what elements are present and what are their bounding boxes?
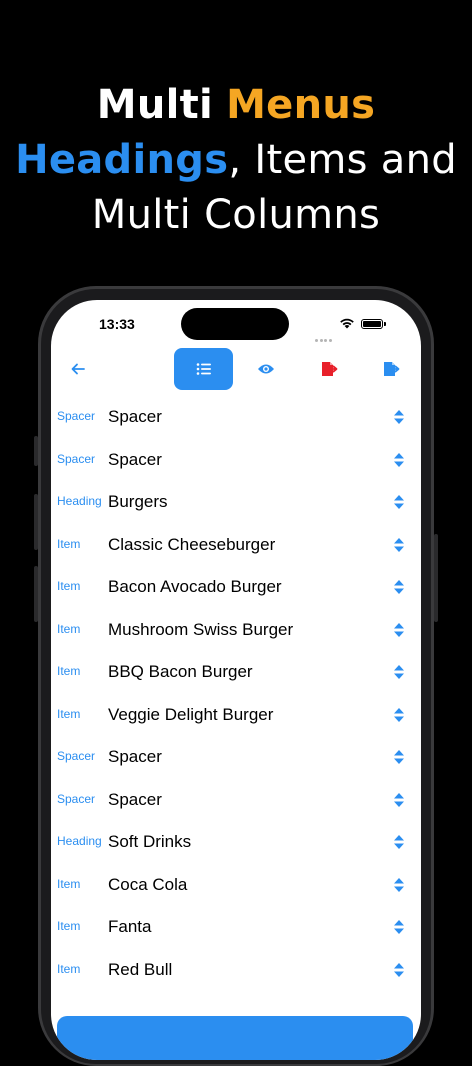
list-item[interactable]: Heading Soft Drinks	[51, 821, 421, 863]
battery-icon	[361, 319, 383, 329]
row-name: Spacer	[108, 747, 162, 766]
row-name: Spacer	[108, 789, 162, 809]
reorder-icon[interactable]	[393, 409, 405, 425]
toolbar	[51, 348, 421, 394]
status-time: 13:33	[99, 316, 135, 332]
preview-button[interactable]	[251, 348, 281, 390]
headline-line-1: Multi Menus	[96, 82, 376, 128]
wifi-icon	[340, 318, 354, 329]
reorder-icon[interactable]	[393, 664, 405, 680]
pdf-export-button[interactable]	[315, 348, 345, 390]
row-name: Bacon Avocado Burger	[108, 577, 282, 596]
reorder-icon[interactable]	[393, 792, 405, 808]
row-type-label: Spacer	[57, 409, 96, 423]
list-item[interactable]: Item BBQ Bacon Burger	[51, 651, 421, 693]
arrow-left-icon	[71, 363, 85, 375]
row-name: Burgers	[108, 492, 168, 511]
dynamic-island	[181, 308, 289, 340]
headline-line-2: Headings, Items and	[15, 137, 457, 183]
list-item[interactable]: Item Bacon Avocado Burger	[51, 566, 421, 608]
row-type-label: Spacer	[57, 451, 96, 466]
reorder-icon[interactable]	[393, 537, 405, 553]
list-item[interactable]: Item Mushroom Swiss Burger	[51, 609, 421, 651]
volume-up-button	[34, 494, 38, 550]
row-type-label: Spacer	[57, 791, 96, 806]
reorder-icon[interactable]	[393, 622, 405, 638]
reorder-icon[interactable]	[393, 452, 405, 468]
battery-tip	[384, 322, 386, 326]
export-button[interactable]	[377, 348, 407, 390]
list-item[interactable]: Item Red Bull	[51, 949, 421, 991]
row-name: Fanta	[108, 917, 152, 936]
reorder-icon[interactable]	[393, 834, 405, 850]
list-item[interactable]: Item Classic Cheeseburger	[51, 524, 421, 566]
reorder-icon[interactable]	[393, 579, 405, 595]
phone-screen: 13:33 Spacer Spacer Spacer Spacer Headin…	[51, 300, 421, 1060]
list-item[interactable]: Item Veggie Delight Burger	[51, 694, 421, 736]
row-name: Spacer	[108, 407, 162, 426]
bottom-action-button[interactable]	[57, 1016, 413, 1060]
row-type-label: Item	[57, 919, 81, 933]
row-type-label: Item	[57, 876, 81, 891]
row-name: Red Bull	[108, 959, 173, 979]
mute-switch	[34, 436, 38, 466]
signal-dots-icon	[315, 327, 333, 342]
row-type-label: Item	[57, 664, 81, 678]
volume-down-button	[34, 566, 38, 622]
reorder-icon[interactable]	[393, 707, 405, 723]
row-name: Veggie Delight Burger	[108, 704, 274, 724]
row-name: BBQ Bacon Burger	[108, 662, 253, 681]
headline-line-3: Multi Columns	[91, 192, 381, 238]
row-type-label: Spacer	[57, 749, 96, 763]
back-button[interactable]	[63, 348, 93, 390]
row-type-label: Heading	[57, 834, 102, 848]
list-item[interactable]: Spacer Spacer	[51, 736, 421, 778]
reorder-icon[interactable]	[393, 962, 405, 978]
list-icon	[196, 363, 211, 375]
row-type-label: Item	[57, 579, 81, 593]
reorder-icon[interactable]	[393, 749, 405, 765]
list-item[interactable]: Spacer Spacer	[51, 396, 421, 438]
document-export-icon	[384, 362, 400, 376]
row-name: Coca Cola	[108, 874, 188, 894]
list-view-button[interactable]	[174, 348, 233, 390]
row-type-label: Heading	[57, 494, 102, 508]
power-button	[434, 534, 438, 622]
row-name: Soft Drinks	[108, 832, 192, 851]
row-type-label: Item	[57, 706, 81, 721]
list-item[interactable]: Item Fanta	[51, 906, 421, 948]
reorder-icon[interactable]	[393, 919, 405, 935]
reorder-icon[interactable]	[393, 494, 405, 510]
row-name: Mushroom Swiss Burger	[108, 619, 294, 639]
list-item[interactable]: Heading Burgers	[51, 481, 421, 523]
list-item[interactable]: Spacer Spacer	[51, 439, 421, 481]
row-type-label: Item	[57, 621, 81, 636]
row-name: Spacer	[108, 449, 162, 469]
pdf-export-icon	[322, 362, 338, 376]
eye-icon	[258, 364, 274, 374]
list-item[interactable]: Item Coca Cola	[51, 864, 421, 906]
reorder-icon[interactable]	[393, 877, 405, 893]
row-type-label: Item	[57, 961, 81, 976]
promo-headline: Multi Menus Headings, Items and Multi Co…	[0, 78, 472, 243]
list-item[interactable]: Spacer Spacer	[51, 779, 421, 821]
row-type-label: Item	[57, 536, 81, 551]
row-name: Classic Cheeseburger	[108, 534, 276, 554]
